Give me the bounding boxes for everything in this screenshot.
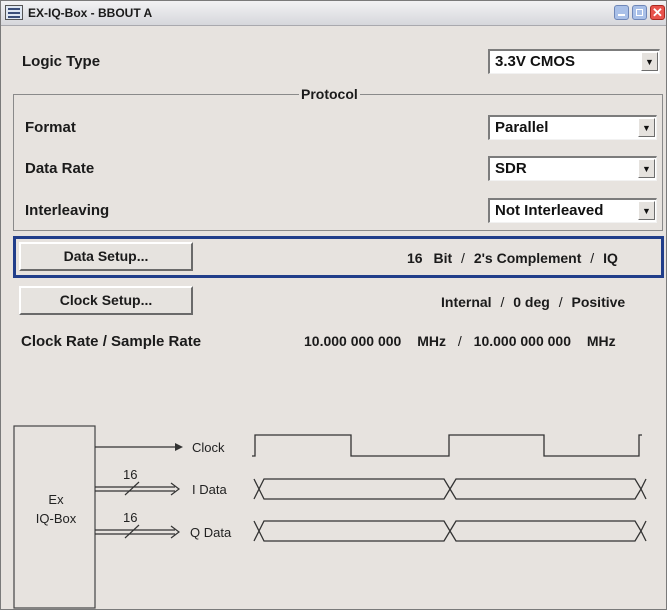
i-data-waveform [253, 478, 647, 500]
q-bus-width-label: 16 [123, 510, 137, 525]
arrow-head-icon [175, 443, 183, 451]
i-data-label: I Data [192, 482, 227, 497]
q-data-waveform [253, 520, 647, 542]
ex-iq-box-window: EX-IQ-Box - BBOUT A ✕ Logic Type 3.3V CM… [0, 0, 667, 610]
arrow-head-icon [170, 525, 180, 539]
bus-width-slash [124, 524, 140, 539]
bus-width-slash [124, 481, 140, 496]
box-label-line2: IQ-Box [36, 511, 77, 526]
box-label-line1: Ex [48, 492, 64, 507]
arrow-head-icon [170, 482, 180, 496]
q-data-label: Q Data [190, 525, 232, 540]
i-bus-width-label: 16 [123, 467, 137, 482]
clock-signal-label: Clock [192, 440, 225, 455]
timing-diagram: Ex IQ-Box Clock 16 I Data 16 Q Data [13, 425, 647, 609]
clock-waveform [252, 434, 642, 457]
